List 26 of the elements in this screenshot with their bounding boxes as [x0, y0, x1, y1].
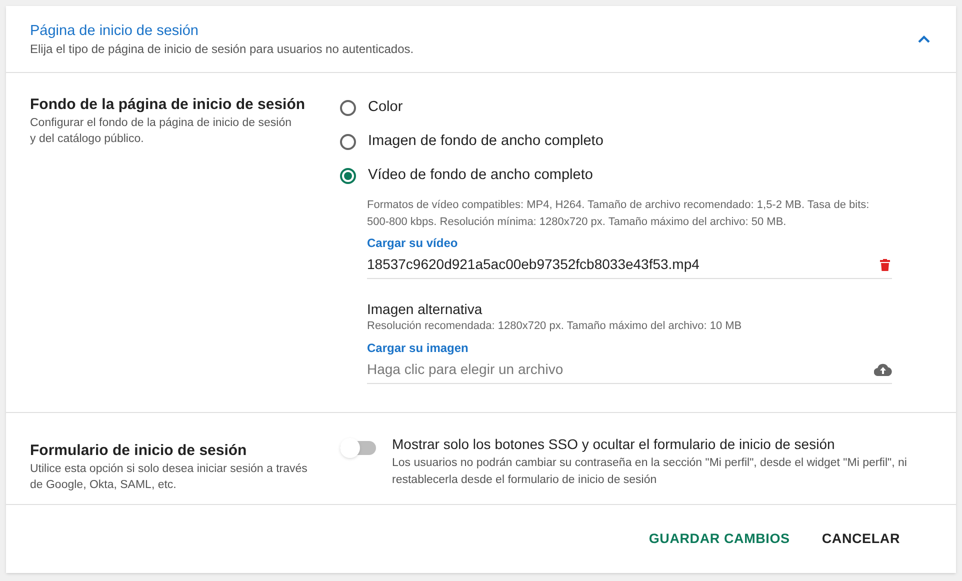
- upload-label: Cargar su vídeo: [367, 235, 459, 251]
- fallback-hint: Resolución recomendada: 1280x720 px. Tamaño máximo del archivo: 10 MB: [367, 319, 743, 334]
- section-title: Página de inicio de sesión: [30, 22, 200, 40]
- setting-description: Utilice esta opción si solo desea iniciar sesión a través de Google, Okta, SAML, etc.: [30, 462, 308, 493]
- radio-label: Color: [368, 98, 403, 118]
- toggle-switch[interactable]: [340, 441, 376, 455]
- toggle-note: Los usuarios no podrán cambiar su contraseña en la sección "Mi perfil", desde el widget "Mi perfil", ni restablecerla desde el formulario de inicio de sesión: [392, 456, 908, 488]
- cancel-button[interactable]: CANCELAR: [810, 522, 912, 556]
- setting-title: Formulario de inicio de sesión: [30, 441, 248, 461]
- cloud-upload-icon[interactable]: [874, 363, 892, 376]
- setting-title: Fondo de la página de inicio de sesión: [30, 95, 306, 115]
- radio-label: Vídeo de fondo de ancho completo: [368, 166, 593, 186]
- fallback-title: Imagen alternativa: [367, 300, 484, 318]
- file-field[interactable]: 18537c9620d921a5ac00eb97352fcb8033e43f53.mp4: [367, 251, 892, 279]
- upload-label: Cargar su imagen: [367, 340, 470, 356]
- section-subtitle: Elija el tipo de página de inicio de sesión para usuarios no autenticados.: [30, 40, 414, 56]
- radio-button[interactable]: [340, 168, 356, 184]
- save-button[interactable]: GUARDAR CAMBIOS: [636, 522, 802, 556]
- radio-label: Imagen de fondo de ancho completo: [368, 132, 604, 152]
- radio-button[interactable]: [340, 100, 356, 116]
- file-field[interactable]: Haga clic para elegir un archivo: [367, 356, 892, 384]
- setting-description: Configurar el fondo de la página de inicio de sesión y del catálogo público.: [30, 116, 292, 147]
- toggle-label: Mostrar solo los botones SSO y ocultar el formulario de inicio de sesión: [392, 435, 836, 454]
- radio-button[interactable]: [340, 134, 356, 150]
- format-hint: Formatos de vídeo compatibles: MP4, H264. Tamaño de archivo recomendado: 1,5-2 MB. Tasa de bits: 500-800 kbps. Resolución mínima: 1280x720 px. Tamaño máximo del archivo: 50 MB.: [367, 198, 870, 230]
- trash-icon[interactable]: [880, 258, 890, 270]
